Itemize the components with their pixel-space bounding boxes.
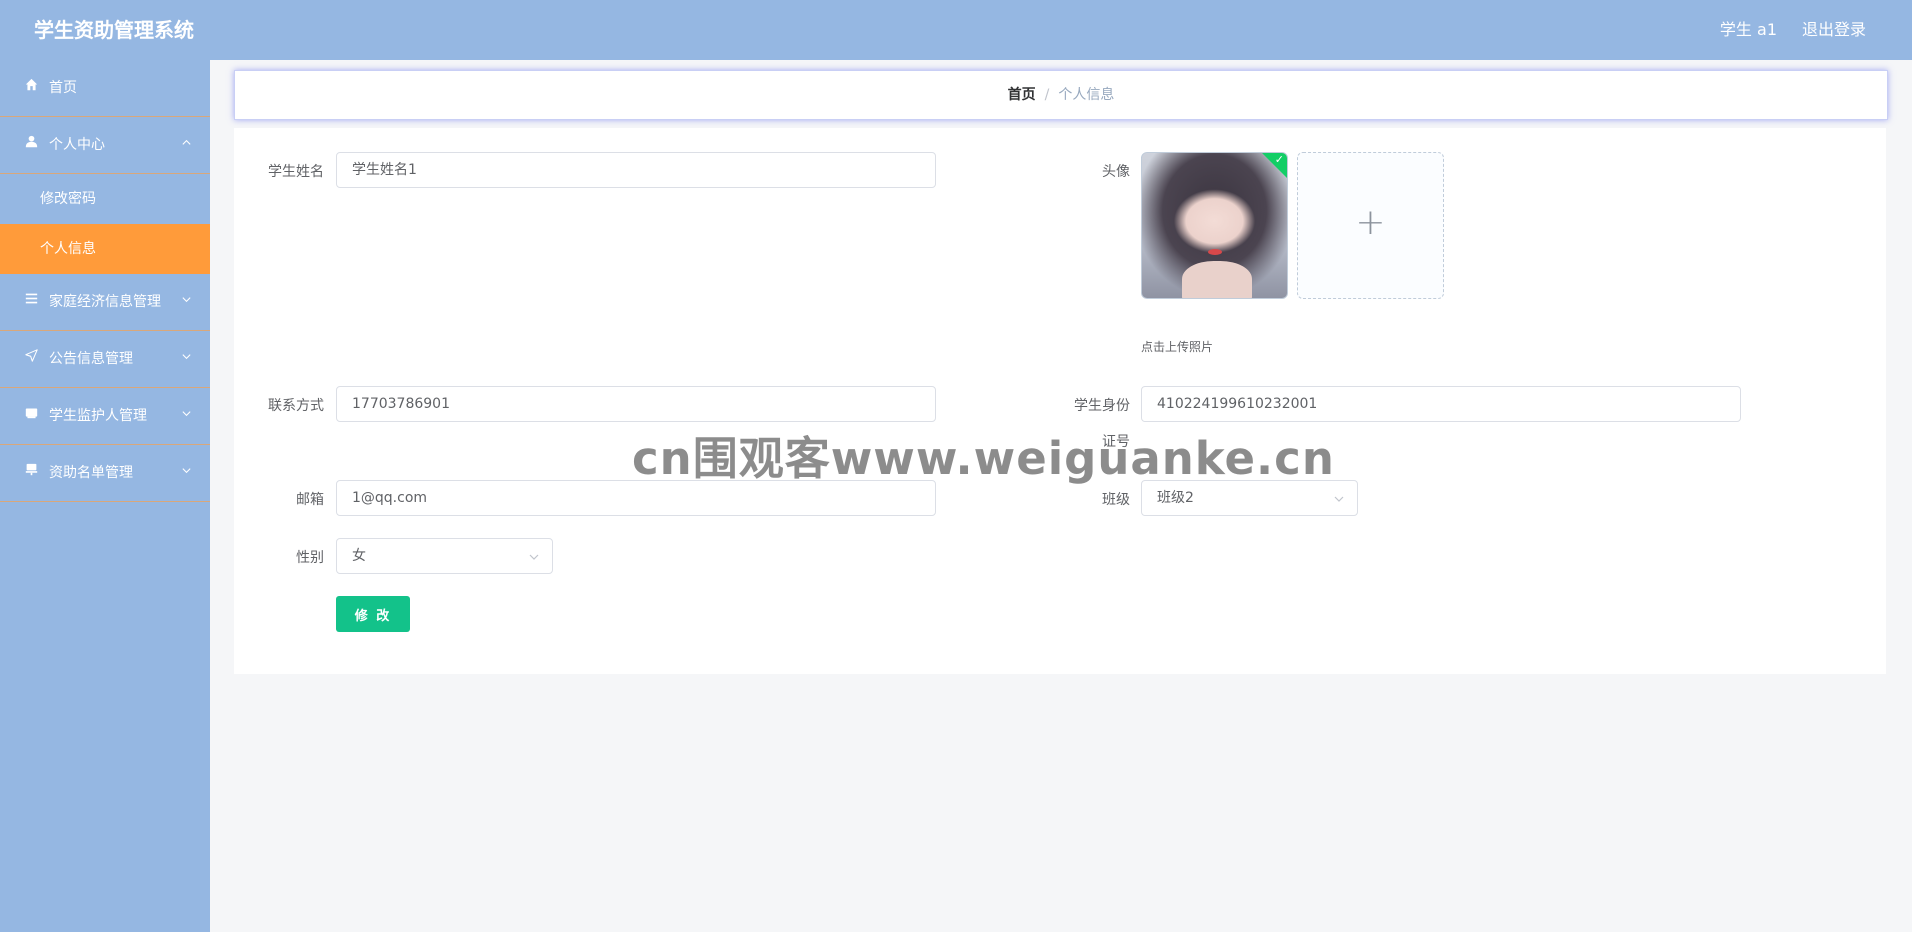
sidebar-item-label: 资助名单管理	[49, 465, 133, 481]
contact-label: 联系方式	[268, 398, 324, 414]
email-label: 邮箱	[296, 492, 324, 508]
top-header: 学生资助管理系统 学生 a1 退出登录	[0, 0, 1912, 60]
chevron-down-icon	[181, 445, 192, 501]
sidebar-item-label: 学生监护人管理	[49, 408, 147, 424]
send-icon	[23, 331, 39, 387]
check-icon: ✓	[1274, 153, 1284, 166]
sidebar-menu: 首页 个人中心 修改密码 个人信息 家庭经济信息管理 公告信息管理 学生监护人管…	[0, 60, 210, 932]
class-select[interactable]: 班级2	[1141, 480, 1358, 516]
class-select-value: 班级2	[1157, 490, 1194, 506]
user-icon	[23, 117, 39, 173]
chevron-down-icon	[181, 388, 192, 444]
avatar-label: 头像	[1102, 164, 1130, 180]
sidebar-subitem-label: 修改密码	[40, 191, 96, 207]
sidebar-item-announcements[interactable]: 公告信息管理	[0, 331, 210, 388]
breadcrumb: 首页 / 个人信息	[234, 70, 1888, 120]
contact-input[interactable]: 17703786901	[336, 386, 936, 422]
current-user-name: 学生 a1	[1719, 20, 1777, 39]
gender-label: 性别	[296, 550, 324, 566]
folder-icon	[23, 388, 39, 444]
sidebar-item-guardians[interactable]: 学生监护人管理	[0, 388, 210, 445]
logout-link[interactable]: 退出登录	[1802, 0, 1866, 60]
chevron-up-icon	[181, 117, 192, 173]
chevron-down-icon	[181, 331, 192, 387]
upload-photo-button[interactable]: +	[1297, 152, 1444, 299]
sidebar-item-label: 公告信息管理	[49, 351, 133, 367]
list-icon	[23, 274, 39, 330]
chevron-down-icon	[528, 539, 540, 573]
upload-tip: 点击上传照片	[1141, 340, 1214, 354]
modify-button[interactable]: 修 改	[336, 596, 410, 632]
sidebar-item-funding-list[interactable]: 资助名单管理	[0, 445, 210, 502]
sidebar-item-home[interactable]: 首页	[0, 60, 210, 117]
sidebar-subitem-label: 个人信息	[40, 241, 96, 257]
chevron-down-icon	[181, 274, 192, 330]
gender-select[interactable]: 女	[336, 538, 553, 574]
sidebar-item-label: 个人中心	[49, 137, 105, 153]
home-icon	[23, 60, 39, 116]
sidebar-item-personal-center[interactable]: 个人中心	[0, 117, 210, 174]
plus-icon: +	[1355, 202, 1386, 243]
breadcrumb-separator: /	[1044, 87, 1050, 103]
sidebar-item-family-economy[interactable]: 家庭经济信息管理	[0, 274, 210, 331]
id-number-input[interactable]: 410224199610232001	[1141, 386, 1741, 422]
breadcrumb-home[interactable]: 首页	[1008, 87, 1036, 103]
sidebar-item-label: 家庭经济信息管理	[49, 294, 161, 310]
avatar-image[interactable]: ✓	[1141, 152, 1288, 299]
sidebar-subitem-change-password[interactable]: 修改密码	[0, 174, 210, 224]
email-input[interactable]: 1@qq.com	[336, 480, 936, 516]
id-number-label-line2: 证号	[1102, 434, 1130, 450]
gender-select-value: 女	[352, 548, 366, 564]
sidebar-item-label: 首页	[49, 80, 77, 96]
id-number-label: 学生身份	[1074, 398, 1130, 414]
app-title: 学生资助管理系统	[34, 18, 194, 42]
breadcrumb-current: 个人信息	[1058, 87, 1115, 103]
class-label: 班级	[1102, 492, 1130, 508]
student-name-label: 学生姓名	[268, 164, 324, 180]
chevron-down-icon	[1333, 481, 1345, 515]
sidebar-subitem-personal-info[interactable]: 个人信息	[0, 224, 210, 274]
student-name-input[interactable]: 学生姓名1	[336, 152, 936, 188]
stamp-icon	[23, 445, 39, 501]
